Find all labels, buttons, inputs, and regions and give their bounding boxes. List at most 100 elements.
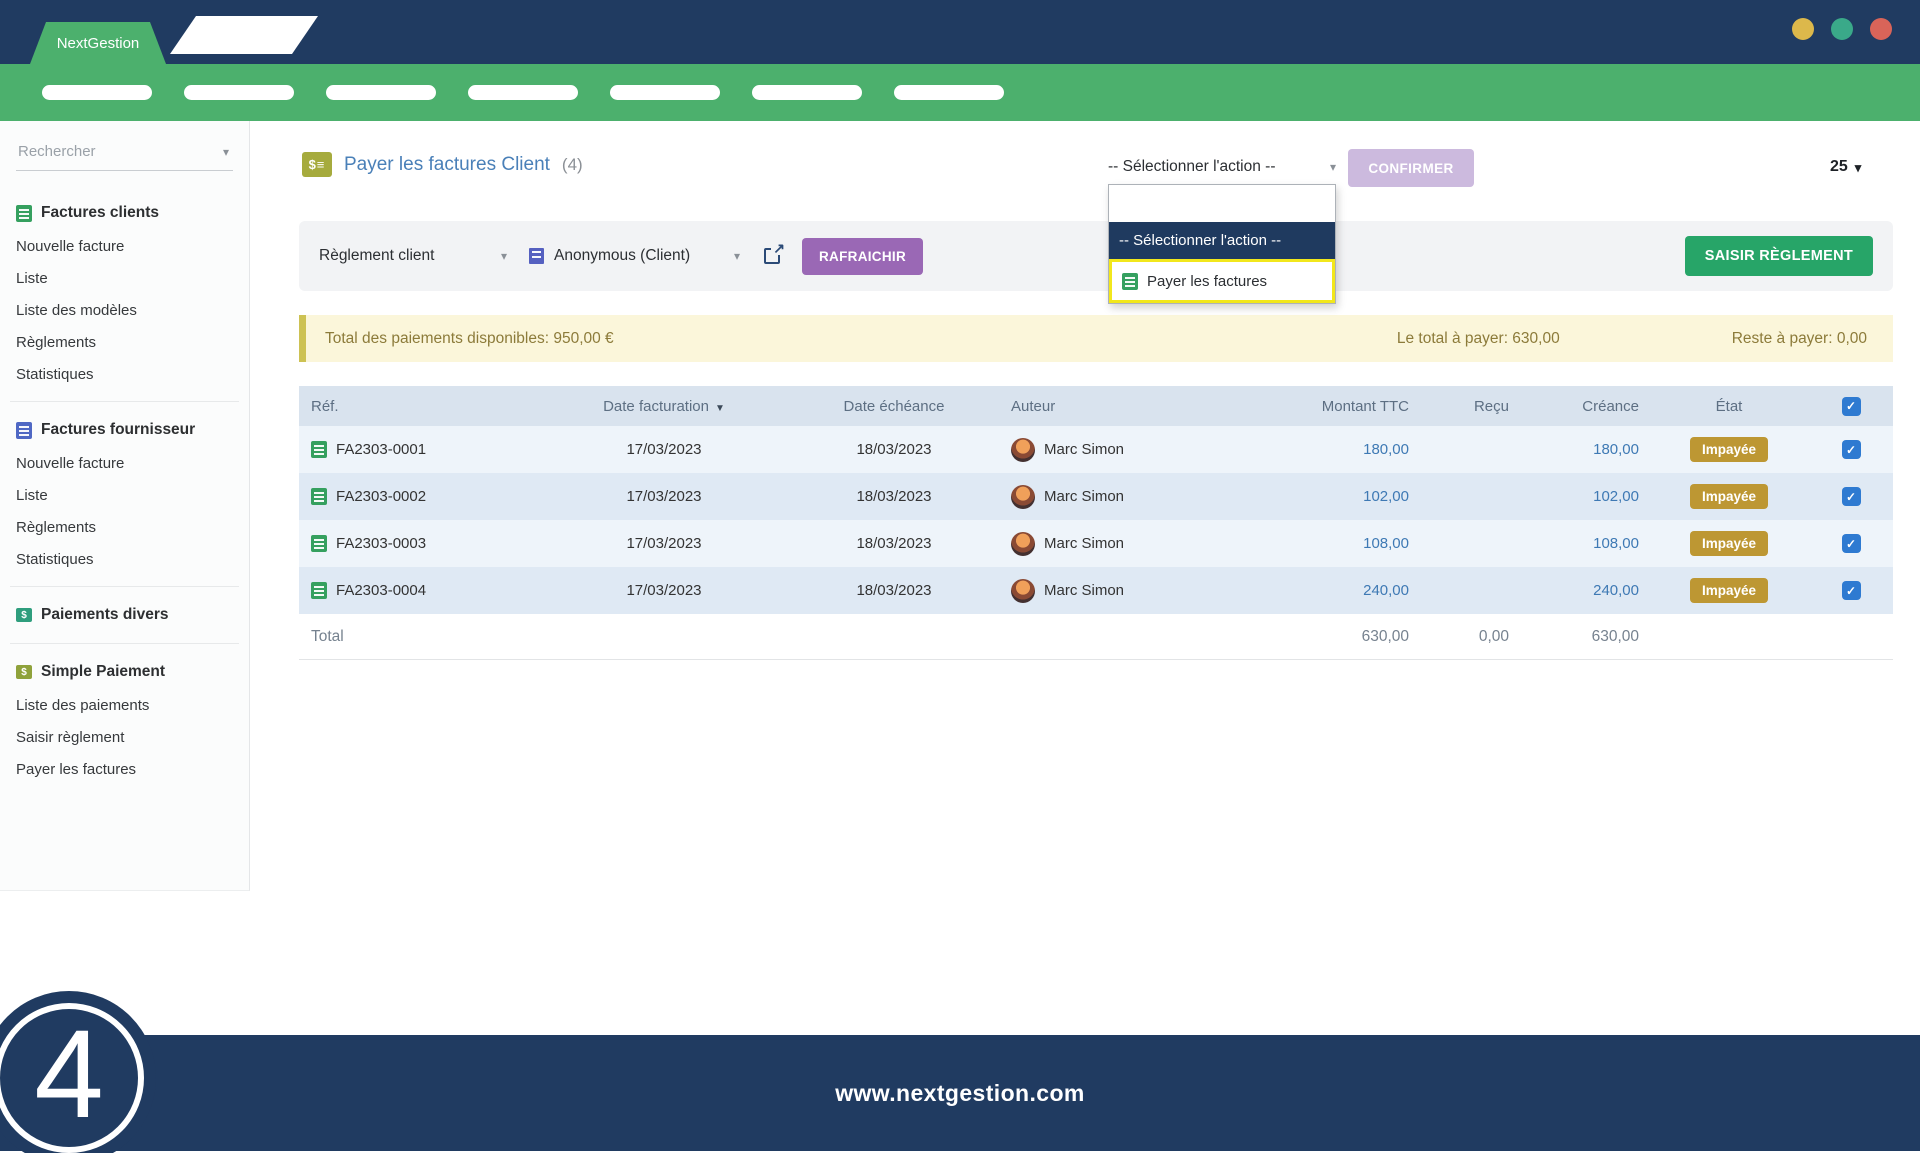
external-link-icon[interactable]: ↗	[764, 248, 780, 264]
row-checkbox[interactable]: ✓	[1842, 440, 1861, 459]
column-header-ref[interactable]: Réf.	[299, 398, 549, 415]
filter-toolbar: Règlement client ▾ Anonymous (Client) ▾ …	[299, 221, 1893, 291]
cell-auteur: Marc Simon	[1009, 579, 1259, 603]
chevron-down-icon: ▾	[734, 250, 740, 262]
cell-auteur: Marc Simon	[1009, 485, 1259, 509]
sidebar-item-liste-fournisseur[interactable]: Liste	[0, 480, 249, 512]
column-header-auteur[interactable]: Auteur	[1009, 398, 1259, 415]
cell-etat: Impayée	[1649, 484, 1809, 509]
column-header-montant-ttc[interactable]: Montant TTC	[1259, 398, 1419, 415]
window-controls	[1792, 18, 1892, 40]
invoice-icon	[16, 422, 32, 439]
table-header-row: Réf. Date facturation▼ Date échéance Aut…	[299, 386, 1893, 426]
sidebar-item-payer-les-factures[interactable]: Payer les factures	[0, 754, 249, 786]
cell-date-echeance: 18/03/2023	[779, 441, 1009, 458]
cell-montant-ttc: 240,00	[1259, 582, 1419, 599]
table-row[interactable]: FA2303-0004 17/03/2023 18/03/2023 Marc S…	[299, 567, 1893, 614]
cell-date-facturation: 17/03/2023	[549, 582, 779, 599]
cell-ref: FA2303-0003	[299, 535, 549, 552]
action-select-value: -- Sélectionner l'action --	[1108, 158, 1276, 176]
select-all-checkbox[interactable]: ✓	[1842, 397, 1861, 416]
sidebar-item-nouvelle-facture-fournisseur[interactable]: Nouvelle facture	[0, 448, 249, 480]
cell-etat: Impayée	[1649, 531, 1809, 556]
cell-creance: 102,00	[1519, 488, 1649, 505]
avatar	[1011, 532, 1035, 556]
column-header-date-facturation[interactable]: Date facturation▼	[549, 398, 779, 415]
nav-item-placeholder[interactable]	[468, 85, 578, 100]
table-row[interactable]: FA2303-0002 17/03/2023 18/03/2023 Marc S…	[299, 473, 1893, 520]
page-title-row: $≡ Payer les factures Client (4)	[302, 152, 583, 177]
nav-item-placeholder[interactable]	[42, 85, 152, 100]
table-row[interactable]: FA2303-0003 17/03/2023 18/03/2023 Marc S…	[299, 520, 1893, 567]
client-select-group: Anonymous (Client) ▾	[529, 247, 740, 265]
dropdown-option-selectionner-action[interactable]: -- Sélectionner l'action --	[1109, 222, 1335, 259]
reglement-select-value: Règlement client	[319, 247, 434, 265]
status-badge: Impayée	[1690, 578, 1768, 603]
cell-checkbox: ✓	[1809, 440, 1893, 459]
sidebar-item-reglements-fournisseur[interactable]: Règlements	[0, 512, 249, 544]
cell-auteur: Marc Simon	[1009, 438, 1259, 462]
cell-montant-ttc: 180,00	[1259, 441, 1419, 458]
secondary-tab	[170, 16, 318, 54]
nav-item-placeholder[interactable]	[894, 85, 1004, 100]
payment-icon: $	[16, 608, 32, 622]
cell-date-facturation: 17/03/2023	[549, 488, 779, 505]
section-title: Factures clients	[41, 204, 159, 222]
cell-ref: FA2303-0001	[299, 441, 549, 458]
row-checkbox[interactable]: ✓	[1842, 581, 1861, 600]
total-creance: 630,00	[1519, 628, 1649, 646]
sidebar-item-liste-clients[interactable]: Liste	[0, 263, 249, 295]
total-montant-ttc: 630,00	[1259, 628, 1419, 646]
invoice-icon	[16, 205, 32, 222]
client-select[interactable]: Anonymous (Client) ▾	[554, 247, 740, 265]
dropdown-option-empty[interactable]	[1109, 185, 1335, 222]
column-header-etat[interactable]: État	[1649, 398, 1809, 415]
sidebar-item-statistiques-clients[interactable]: Statistiques	[0, 359, 249, 391]
dropdown-option-payer-les-factures[interactable]: Payer les factures	[1109, 259, 1335, 303]
cell-date-facturation: 17/03/2023	[549, 441, 779, 458]
column-header-date-echeance[interactable]: Date échéance	[779, 398, 1009, 415]
invoice-icon	[311, 582, 327, 599]
saisir-reglement-button[interactable]: SAISIR RÈGLEMENT	[1685, 236, 1873, 276]
cell-date-echeance: 18/03/2023	[779, 488, 1009, 505]
cell-etat: Impayée	[1649, 437, 1809, 462]
sidebar-item-liste-des-paiements[interactable]: Liste des paiements	[0, 690, 249, 722]
avatar	[1011, 485, 1035, 509]
check-icon: ✓	[1846, 584, 1856, 598]
sidebar-item-nouvelle-facture-client[interactable]: Nouvelle facture	[0, 231, 249, 263]
chevron-down-icon: ▾	[223, 146, 229, 158]
row-checkbox[interactable]: ✓	[1842, 487, 1861, 506]
reglement-client-select[interactable]: Règlement client ▾	[319, 247, 507, 265]
nav-item-placeholder[interactable]	[184, 85, 294, 100]
nav-item-placeholder[interactable]	[610, 85, 720, 100]
refresh-button[interactable]: RAFRAICHIR	[802, 238, 923, 275]
section-title: Simple Paiement	[41, 663, 165, 681]
chevron-down-icon: ▾	[1855, 161, 1862, 174]
status-badge: Impayée	[1690, 437, 1768, 462]
sidebar-item-saisir-reglement[interactable]: Saisir règlement	[0, 722, 249, 754]
sidebar-item-reglements-clients[interactable]: Règlements	[0, 327, 249, 359]
column-header-recu[interactable]: Reçu	[1419, 398, 1519, 415]
confirm-button[interactable]: CONFIRMER	[1348, 149, 1474, 187]
cell-montant-ttc: 108,00	[1259, 535, 1419, 552]
avatar	[1011, 438, 1035, 462]
row-checkbox[interactable]: ✓	[1842, 534, 1861, 553]
search-input[interactable]: Rechercher ▾	[16, 143, 233, 171]
sidebar: Rechercher ▾ Factures clients Nouvelle f…	[0, 121, 250, 891]
action-select[interactable]: -- Sélectionner l'action -- ▾	[1108, 158, 1336, 176]
cell-ref: FA2303-0002	[299, 488, 549, 505]
sidebar-item-statistiques-fournisseur[interactable]: Statistiques	[0, 544, 249, 576]
footer-url: www.nextgestion.com	[835, 1080, 1085, 1107]
avatar	[1011, 579, 1035, 603]
nav-item-placeholder[interactable]	[326, 85, 436, 100]
table-row[interactable]: FA2303-0001 17/03/2023 18/03/2023 Marc S…	[299, 426, 1893, 473]
sidebar-section-paiements-divers[interactable]: $ Paiements divers	[0, 597, 249, 633]
sidebar-item-liste-des-modeles[interactable]: Liste des modèles	[0, 295, 249, 327]
invoice-icon	[311, 535, 327, 552]
page-size-select[interactable]: 25 ▾	[1830, 158, 1861, 176]
cell-date-echeance: 18/03/2023	[779, 535, 1009, 552]
column-header-creance[interactable]: Créance	[1519, 398, 1649, 415]
nav-item-placeholder[interactable]	[752, 85, 862, 100]
step-badge: 4	[0, 1003, 144, 1153]
building-icon	[529, 248, 544, 264]
